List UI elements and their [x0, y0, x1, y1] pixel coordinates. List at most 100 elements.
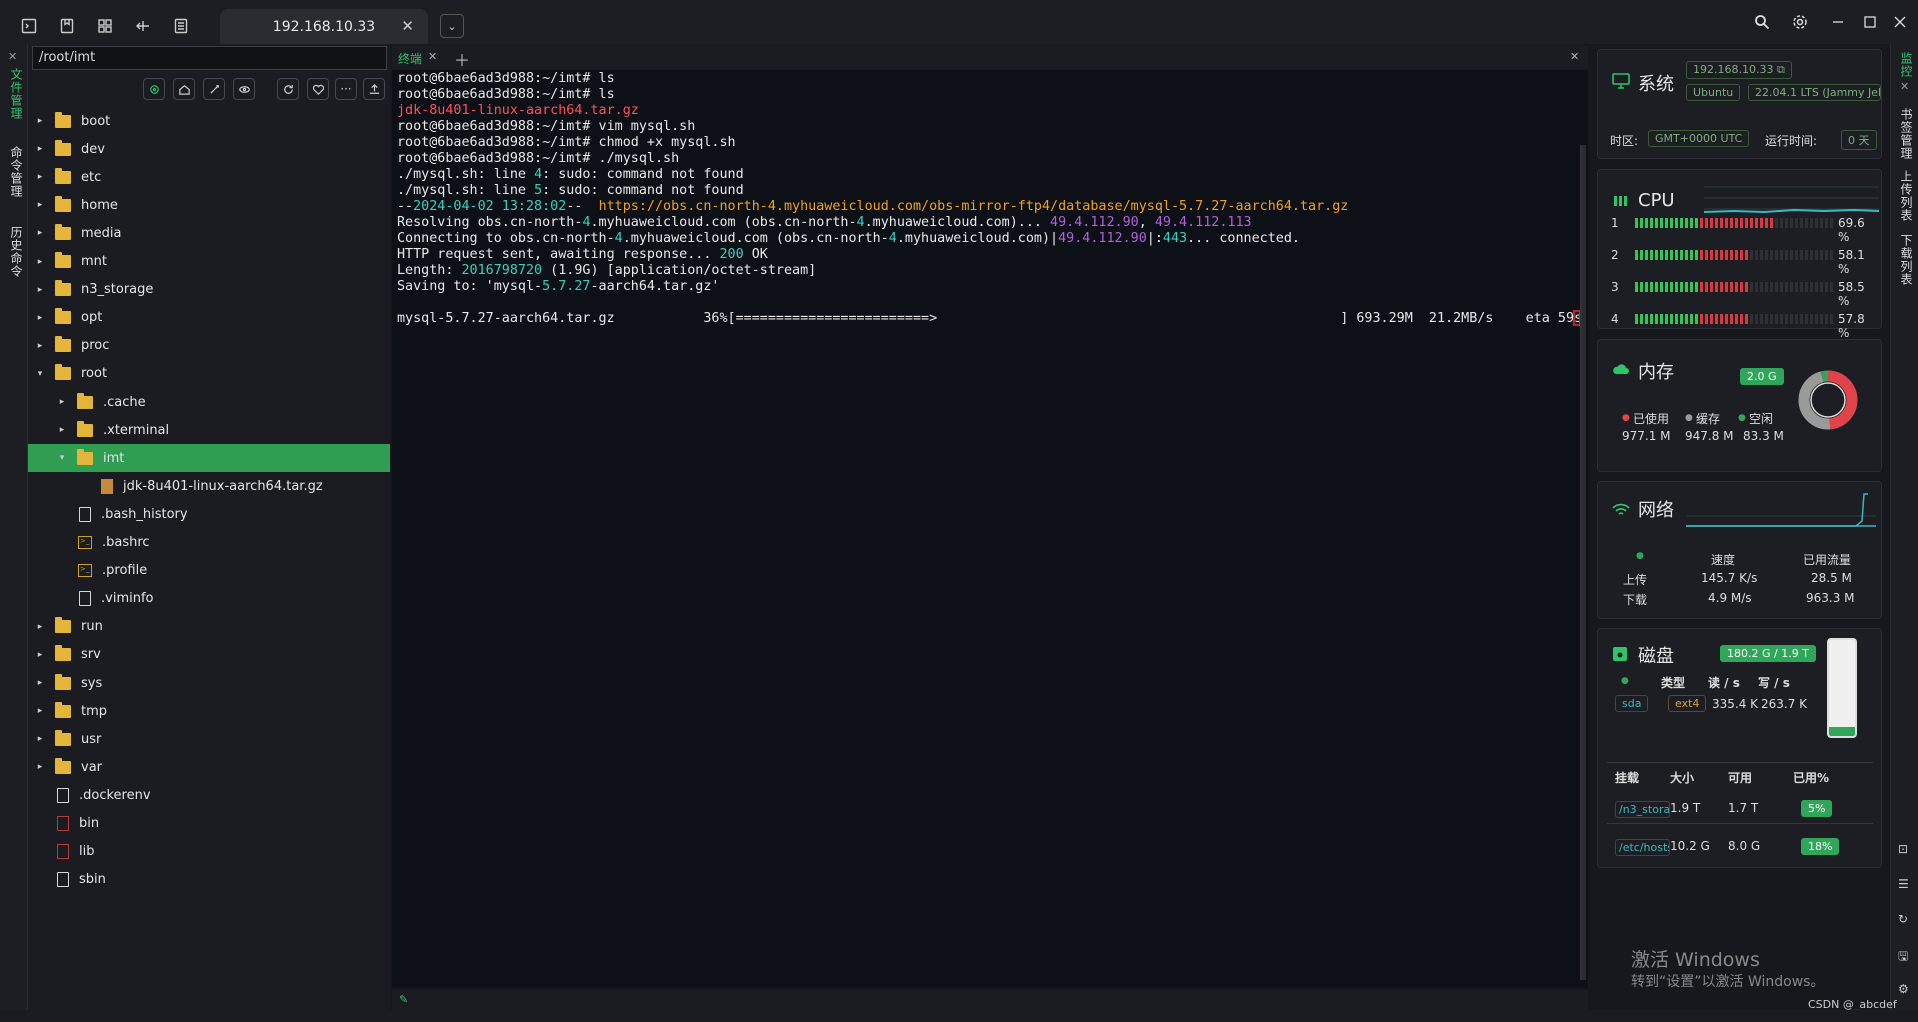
tree-item-mnt[interactable]: ▸ mnt	[28, 248, 390, 276]
tree-item-dev[interactable]: ▸ dev	[28, 135, 390, 163]
layout-icon[interactable]	[91, 12, 119, 40]
tree-item-jdk-8u401-linux-aarch64-tar-gz[interactable]: jdk-8u401-linux-aarch64.tar.gz	[28, 472, 390, 500]
path-input[interactable]: /root/imt	[32, 46, 387, 70]
tree-item-proc[interactable]: ▸ proc	[28, 332, 390, 360]
upload-icon[interactable]	[363, 78, 385, 100]
network-speed-header: 速度	[1711, 553, 1736, 567]
tree-item-home[interactable]: ▸ home	[28, 191, 390, 219]
tree-item-n3-storage[interactable]: ▸ n3_storage	[28, 276, 390, 304]
terminal-text: ... connected.	[1187, 231, 1300, 246]
nav-bookmarks[interactable]: 书签管理	[1898, 108, 1915, 160]
chevron-right-icon[interactable]: ▸	[35, 678, 45, 688]
bookmark-icon[interactable]	[53, 12, 81, 40]
nav-upload-list[interactable]: 上传列表	[1898, 170, 1915, 222]
list-small-icon[interactable]: ☰	[1898, 877, 1909, 891]
chevron-right-icon[interactable]: ▸	[57, 397, 67, 407]
terminal-tab[interactable]: 终端	[398, 50, 422, 67]
tree-item-bin[interactable]: bin	[28, 810, 390, 838]
save-small-icon[interactable]: 🖫	[1898, 947, 1908, 968]
chevron-right-icon[interactable]: ▸	[35, 200, 45, 210]
nav-command-manager[interactable]: 命令管理	[8, 146, 25, 198]
chevron-right-icon[interactable]: ▸	[35, 257, 45, 267]
refresh-small-icon[interactable]: ↻	[1898, 912, 1908, 926]
close-monitor-icon[interactable]: ✕	[1900, 80, 1909, 93]
cpu-bar-segment	[1650, 282, 1653, 292]
tree-item-lib[interactable]: lib	[28, 838, 390, 866]
chevron-right-icon[interactable]: ▸	[35, 116, 45, 126]
tree-item-run[interactable]: ▸ run	[28, 613, 390, 641]
tree-item-bash-history[interactable]: .bash_history	[28, 500, 390, 528]
chevron-down-icon[interactable]: ▾	[35, 369, 45, 379]
tree-item-xterminal[interactable]: ▸ .xterminal	[28, 416, 390, 444]
tree-item-sbin[interactable]: sbin	[28, 866, 390, 894]
tree-item-bashrc[interactable]: >_ .bashrc	[28, 529, 390, 557]
nav-monitor[interactable]: 监控	[1898, 52, 1915, 78]
tree-item-boot[interactable]: ▸ boot	[28, 107, 390, 135]
tree-item-tmp[interactable]: ▸ tmp	[28, 697, 390, 725]
terminal-output[interactable]: root@6bae6ad3d988:~/imt# ls root@6bae6ad3…	[392, 70, 1588, 988]
pen-icon[interactable]: ✎	[399, 993, 408, 1006]
refresh-icon[interactable]	[277, 78, 299, 100]
search-icon[interactable]	[1748, 8, 1776, 36]
chevron-right-icon[interactable]: ▸	[35, 706, 45, 716]
monitor-scrollbar[interactable]	[1582, 145, 1586, 980]
chevron-right-icon[interactable]: ▸	[35, 650, 45, 660]
chevron-right-icon[interactable]: ▸	[35, 762, 45, 772]
tree-item-cache[interactable]: ▸ .cache	[28, 388, 390, 416]
close-tab-icon[interactable]: ✕	[401, 17, 414, 35]
chevron-right-icon[interactable]: ▸	[35, 172, 45, 182]
tree-item-sys[interactable]: ▸ sys	[28, 669, 390, 697]
tree-item-viminfo[interactable]: .viminfo	[28, 585, 390, 613]
nav-file-manager[interactable]: 文件管理	[8, 68, 25, 120]
session-tab[interactable]: 192.168.10.33 ✕	[220, 9, 428, 44]
chevron-right-icon[interactable]: ▸	[35, 341, 45, 351]
tree-item-imt[interactable]: ▾ imt	[28, 444, 390, 473]
maximize-icon[interactable]	[1856, 8, 1884, 36]
locate-icon[interactable]	[143, 78, 165, 100]
heart-icon[interactable]	[307, 78, 329, 100]
link-icon[interactable]	[203, 78, 225, 100]
split-icon[interactable]	[129, 12, 157, 40]
tree-item-profile[interactable]: >_ .profile	[28, 557, 390, 585]
minimize-icon[interactable]	[1824, 8, 1852, 36]
tree-item-etc[interactable]: ▸ etc	[28, 163, 390, 191]
cpu-core-bar	[1635, 218, 1835, 228]
folder-icon	[77, 420, 93, 437]
tree-item-opt[interactable]: ▸ opt	[28, 304, 390, 332]
tree-item-root[interactable]: ▾ root	[28, 360, 390, 388]
more-icon[interactable]: ···	[335, 78, 357, 100]
close-panel-icon[interactable]: ✕	[8, 50, 17, 63]
chevron-right-icon[interactable]: ▸	[35, 144, 45, 154]
cpu-bar-segment	[1825, 218, 1828, 228]
tree-item-dockerenv[interactable]: .dockerenv	[28, 781, 390, 809]
home-icon[interactable]	[173, 78, 195, 100]
tree-item-srv[interactable]: ▸ srv	[28, 641, 390, 669]
settings-small-icon[interactable]: ⚙	[1898, 982, 1909, 996]
terminal-text: 49.4.112.90	[1050, 215, 1139, 230]
gear-icon[interactable]	[1786, 8, 1814, 36]
close-terminal-tab-icon[interactable]: ✕	[428, 50, 437, 63]
tree-item-usr[interactable]: ▸ usr	[28, 725, 390, 753]
tree-item-media[interactable]: ▸ media	[28, 219, 390, 247]
terminal-small-icon[interactable]: ⊡	[1898, 842, 1908, 856]
tab-dropdown-icon[interactable]: ⌄	[440, 14, 464, 38]
eye-icon[interactable]	[233, 78, 255, 100]
chevron-right-icon[interactable]: ▸	[35, 313, 45, 323]
cpu-bar-segment	[1795, 314, 1798, 324]
cpu-bar-segment	[1790, 314, 1793, 324]
list-icon[interactable]	[167, 12, 195, 40]
terminal-icon[interactable]	[15, 12, 43, 40]
nav-history-commands[interactable]: 历史命令	[8, 226, 25, 278]
nav-download-list[interactable]: 下载列表	[1898, 234, 1915, 286]
chevron-right-icon[interactable]: ▸	[57, 425, 67, 435]
chevron-right-icon[interactable]: ▸	[35, 228, 45, 238]
chevron-down-icon[interactable]: ▾	[57, 453, 67, 463]
chevron-right-icon[interactable]: ▸	[35, 285, 45, 295]
tree-item-var[interactable]: ▸ var	[28, 753, 390, 781]
close-window-icon[interactable]	[1886, 8, 1914, 36]
chevron-right-icon[interactable]: ▸	[35, 734, 45, 744]
close-terminal-pane-icon[interactable]: ✕	[1570, 50, 1579, 63]
add-terminal-tab-icon[interactable]: ＋	[454, 47, 470, 71]
chevron-right-icon[interactable]: ▸	[35, 622, 45, 632]
terminal-line: root@6bae6ad3d988:~/imt# ./mysql.sh	[397, 151, 1583, 167]
